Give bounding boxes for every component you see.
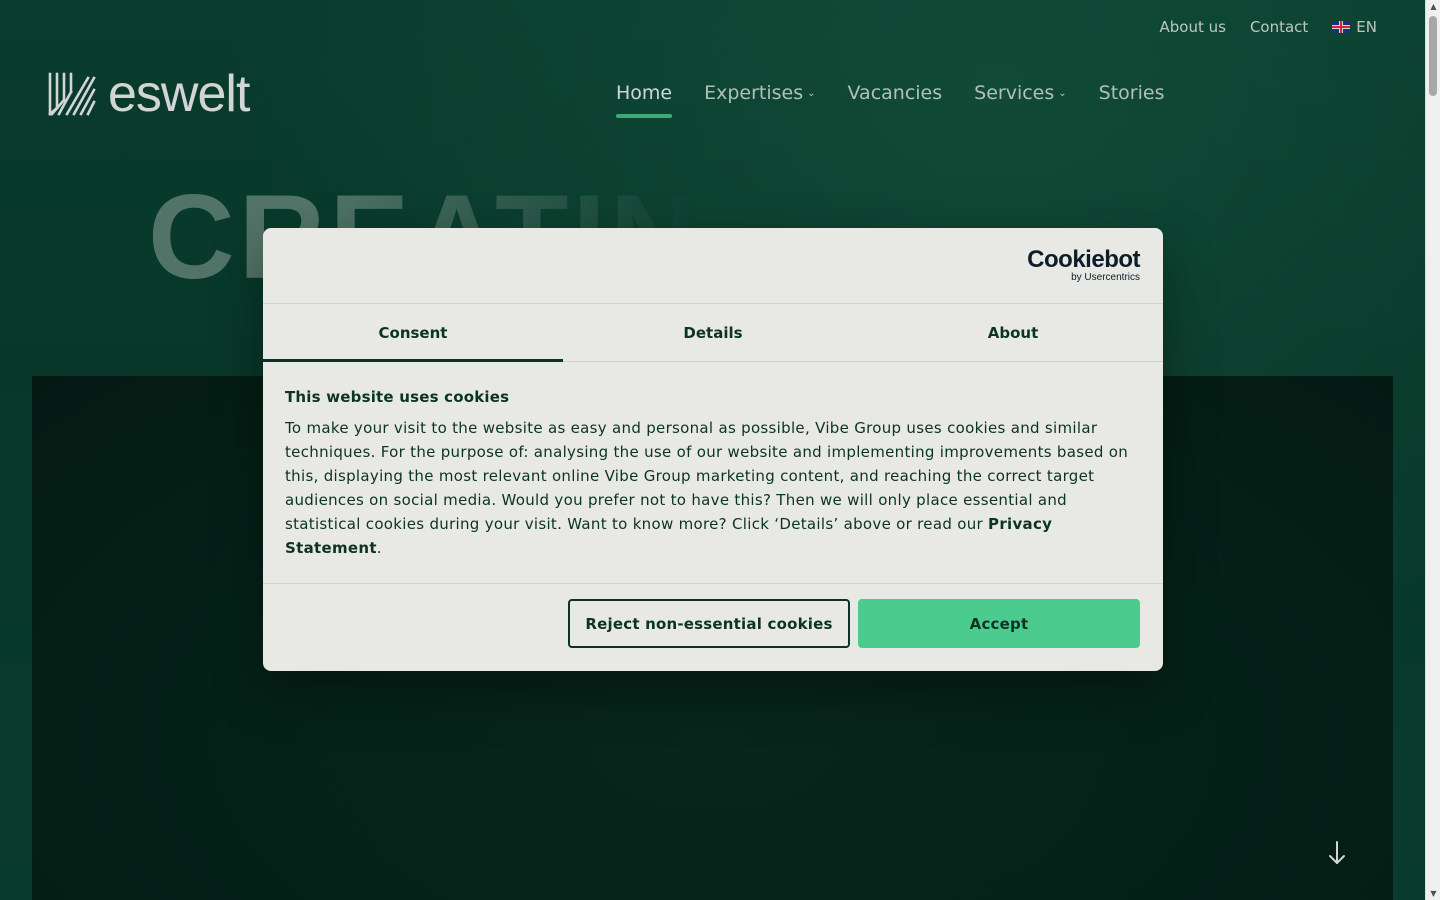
tab-about[interactable]: About [863,304,1163,361]
dialog-text-end: . [376,539,382,557]
brand-name: Cookiebot [1027,245,1140,273]
dialog-tabs: Consent Details About [263,304,1163,362]
tab-consent[interactable]: Consent [263,304,563,362]
dialog-header: Cookiebot by Usercentrics [263,228,1163,304]
page-scrollbar[interactable]: ▲ ▼ [1425,0,1440,900]
cookiebot-logo[interactable]: Cookiebot by Usercentrics [1027,245,1140,284]
cookie-consent-dialog: Cookiebot by Usercentrics Consent Detail… [263,228,1163,671]
accept-cookies-button[interactable]: Accept [858,599,1140,648]
dialog-text: To make your visit to the website as eas… [285,416,1141,560]
brand-subtitle: by Usercentrics [1071,271,1140,283]
tab-details[interactable]: Details [563,304,863,361]
dialog-title: This website uses cookies [285,388,510,406]
reject-cookies-button[interactable]: Reject non-essential cookies [568,599,850,648]
scrollbar-thumb[interactable] [1429,16,1437,96]
dialog-body: This website uses cookies To make your v… [263,362,1163,584]
scroll-up-arrow-icon[interactable]: ▲ [1426,2,1440,11]
scroll-down-arrow-icon[interactable]: ▼ [1426,889,1440,898]
dialog-actions: Reject non-essential cookies Accept [263,584,1163,648]
